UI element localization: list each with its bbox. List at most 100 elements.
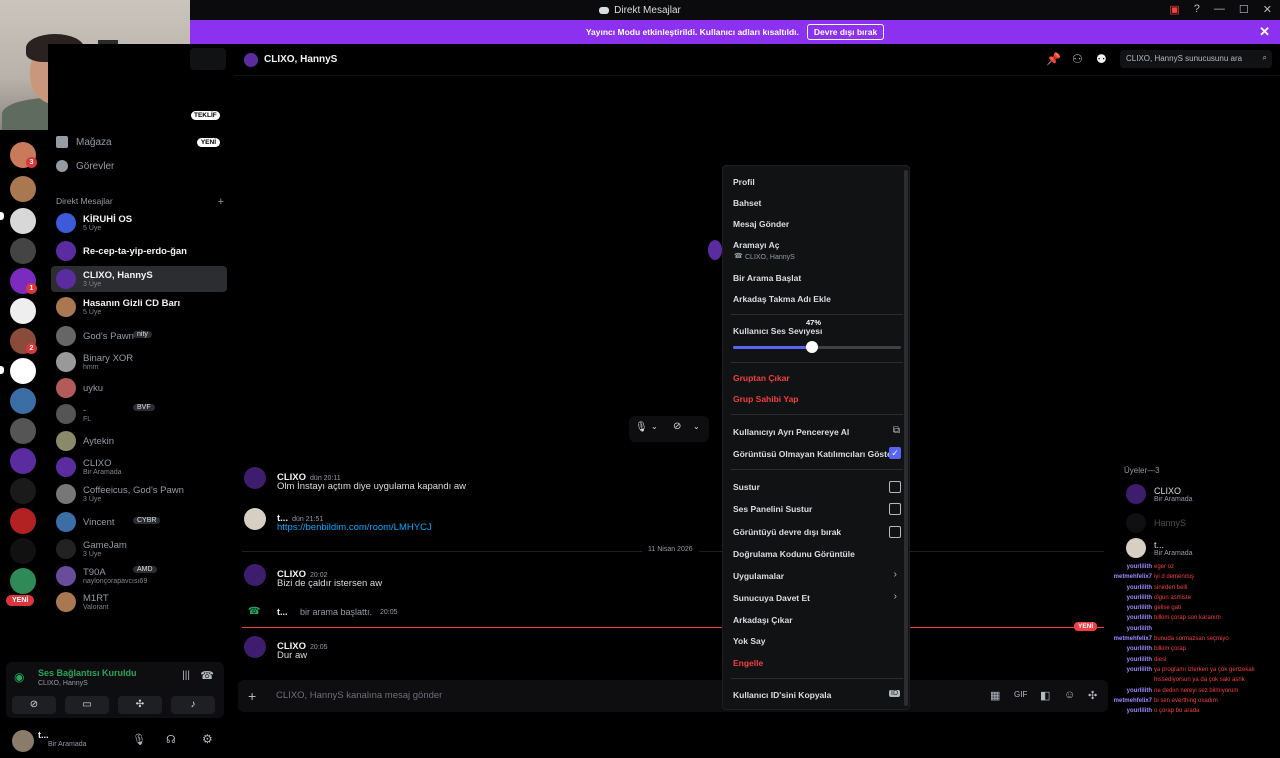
dm-item[interactable]: uyku (51, 375, 227, 401)
microphone-icon[interactable]: 🎙 (635, 422, 648, 433)
dm-item[interactable]: nity God's Pawn (51, 323, 227, 349)
voice-channel[interactable]: CLIXO, HannyS (38, 680, 88, 687)
menu-mute-soundboard[interactable]: Ses Panelini Sustur (733, 504, 812, 514)
menu-scrollbar[interactable] (904, 170, 908, 706)
activities-button[interactable]: ✣ (118, 696, 162, 714)
disable-streamer-mode-button[interactable]: Devre dışı bırak (806, 24, 885, 40)
soundboard-button[interactable]: ♪ (171, 696, 215, 714)
dm-item[interactable]: Re-cep-ta-yip-erdo-ğan (51, 238, 227, 264)
volume-handle[interactable] (806, 341, 818, 353)
dm-item[interactable]: BVF - FL (51, 401, 227, 427)
menu-invite[interactable]: Sunucuya Davet Et (733, 593, 810, 603)
dm-item[interactable]: GameJam 3 Üye (51, 536, 227, 562)
help-icon[interactable]: ? (1194, 3, 1200, 16)
server-icon[interactable] (10, 478, 36, 504)
inbox-icon[interactable]: ▣ (1169, 3, 1179, 16)
gift-icon[interactable]: ▦ (990, 689, 1000, 702)
pin-icon[interactable]: 📌 (1046, 52, 1061, 66)
server-icon[interactable] (10, 388, 36, 414)
chevron-down-icon[interactable]: ⌄ (693, 422, 700, 431)
headphones-icon[interactable]: ☊ (166, 733, 176, 746)
close-button[interactable]: ✕ (1263, 3, 1272, 16)
message-link[interactable]: https://benbildim.com/room/LMHYCJ (277, 522, 432, 533)
message-composer[interactable]: + CLIXO, HannyS kanalına mesaj gönder ▦ … (238, 680, 1108, 712)
voice-status[interactable]: Ses Bağlantısı Kuruldu (38, 668, 137, 678)
member-list-icon[interactable]: ⚉ (1096, 52, 1107, 66)
dm-item[interactable]: M1RT Valorant (51, 589, 227, 615)
menu-remove-from-group[interactable]: Gruptan Çıkar (733, 373, 790, 383)
server-icon[interactable] (10, 418, 36, 444)
menu-send-message[interactable]: Mesaj Gönder (733, 219, 789, 229)
nav-shop[interactable]: Mağaza YENİ (56, 136, 224, 148)
avatar[interactable] (244, 467, 266, 489)
dm-item[interactable]: Coffeeicus, God's Pawn 3 Üye (51, 481, 227, 507)
add-friends-icon[interactable]: ⚇ (1072, 52, 1083, 66)
menu-add-nickname[interactable]: Arkadaş Takma Adı Ekle (733, 294, 831, 304)
menu-remove-friend[interactable]: Arkadaşı Çıkar (733, 615, 793, 625)
server-search-input[interactable]: CLIXO, HannyS sunucusunu ara ⌕ (1120, 50, 1272, 68)
microphone-icon[interactable]: 🎙 (132, 733, 146, 746)
dm-item[interactable]: KİRUHİ OS 5 Üye (51, 210, 227, 236)
menu-ignore[interactable]: Yok Say (733, 636, 765, 646)
dm-item[interactable]: CYBR Vincent (51, 509, 227, 535)
menu-profile[interactable]: Profil (733, 177, 755, 187)
minimize-button[interactable]: — (1214, 3, 1225, 16)
checkbox[interactable] (889, 503, 901, 515)
menu-popout[interactable]: Kullanıcıyı Ayrı Pencereye Al (733, 427, 849, 437)
settings-gear-icon[interactable]: ⚙ (202, 732, 213, 746)
server-icon[interactable] (10, 568, 36, 594)
member-item[interactable]: CLIXO Bir Aramada (1126, 484, 1193, 504)
avatar[interactable] (244, 508, 266, 530)
server-icon[interactable] (10, 208, 36, 234)
server-icon[interactable] (10, 298, 36, 324)
server-icon[interactable] (10, 176, 36, 202)
menu-mention[interactable]: Bahset (733, 198, 761, 208)
dm-item[interactable]: Hasanın Gizli CD Barı 5 Üye (51, 294, 227, 320)
nav-quests[interactable]: Görevler (56, 160, 114, 172)
apps-icon[interactable]: ✣ (1088, 689, 1097, 702)
dm-item[interactable]: AMD T90A naylonçorapavcısı69 (51, 563, 227, 589)
user-name[interactable]: t... (38, 730, 49, 740)
menu-verify-code[interactable]: Doğrulama Kodunu Görüntüle (733, 549, 855, 559)
find-conversation-input[interactable] (190, 48, 226, 70)
server-icon[interactable] (10, 538, 36, 564)
checkbox-checked[interactable]: ✓ (889, 447, 901, 459)
menu-block[interactable]: Engelle (733, 658, 763, 668)
camera-off-icon[interactable]: ⊘ (673, 421, 681, 432)
server-icon[interactable] (10, 358, 36, 384)
menu-copy-id[interactable]: Kullanıcı ID'sini Kopyala (733, 690, 831, 700)
close-icon[interactable]: ✕ (1259, 24, 1270, 40)
avatar[interactable] (244, 564, 266, 586)
screen-share-button[interactable]: ▭ (65, 696, 109, 714)
server-icon[interactable] (10, 448, 36, 474)
sticker-icon[interactable]: ◧ (1040, 689, 1050, 702)
emoji-icon[interactable]: ☺ (1064, 689, 1075, 701)
menu-open-call[interactable]: Aramayı Aç (733, 240, 779, 250)
menu-mute[interactable]: Sustur (733, 482, 760, 492)
server-icon[interactable] (10, 238, 36, 264)
menu-show-nonvideo[interactable]: Görüntüsü Olmayan Katılımcıları Göster (733, 449, 895, 459)
avatar[interactable] (12, 730, 34, 752)
member-item[interactable]: t... Bir Aramada (1126, 538, 1193, 558)
chevron-down-icon[interactable]: ⌄ (651, 422, 658, 431)
menu-apps[interactable]: Uygulamalar (733, 571, 784, 581)
checkbox[interactable] (889, 526, 901, 538)
user-volume-slider[interactable] (733, 341, 901, 353)
menu-make-owner[interactable]: Grup Sahibi Yap (733, 394, 799, 404)
signal-icon[interactable]: ◉ (14, 670, 24, 684)
member-item[interactable]: HannyS (1126, 513, 1186, 533)
gif-icon[interactable]: GIF (1014, 690, 1027, 699)
add-dm-icon[interactable]: + (218, 196, 224, 208)
dm-item[interactable]: CLIXO, HannyS 3 Üye (51, 266, 227, 292)
menu-disable-video[interactable]: Görüntüyü devre dışı bırak (733, 527, 841, 537)
maximize-button[interactable]: ☐ (1239, 3, 1249, 16)
disconnect-icon[interactable]: ☎ (200, 669, 214, 682)
noise-suppression-icon[interactable]: ||| (182, 670, 190, 681)
server-icon[interactable] (10, 508, 36, 534)
dm-item[interactable]: Aytekin (51, 428, 227, 454)
caller[interactable]: t... (277, 607, 288, 617)
camera-button[interactable]: ⊘ (12, 696, 56, 714)
add-attachment-icon[interactable]: + (248, 688, 256, 704)
menu-start-call[interactable]: Bir Arama Başlat (733, 273, 801, 283)
new-servers-pill[interactable]: YENİ (6, 595, 35, 606)
